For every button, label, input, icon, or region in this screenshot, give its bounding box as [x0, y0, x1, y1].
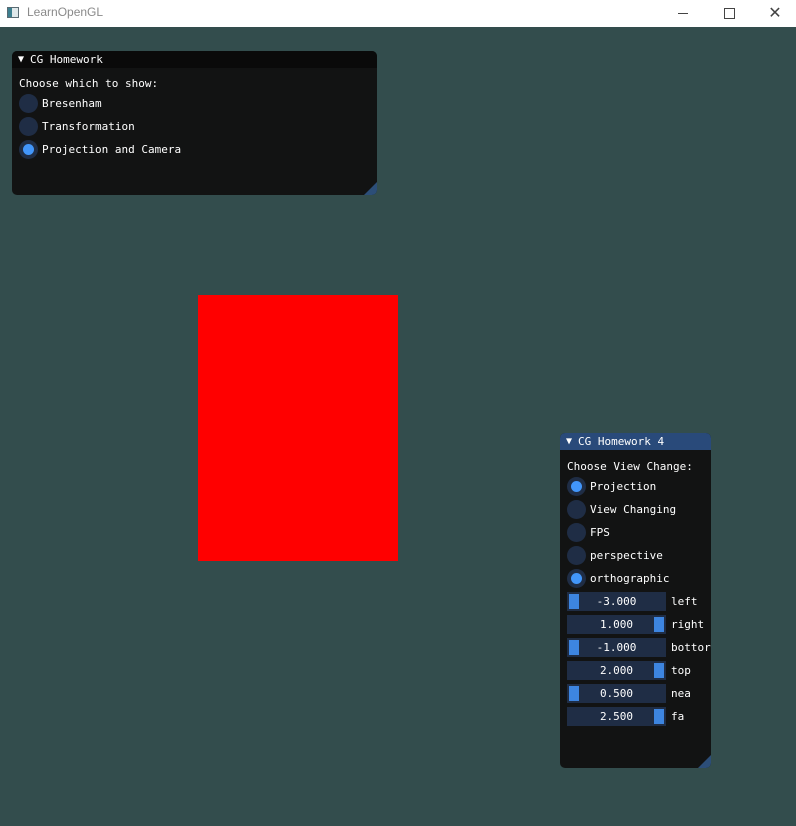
radio-circle-icon[interactable] — [567, 523, 586, 542]
panel-title: CG Homework 4 — [578, 435, 665, 448]
radio-label: FPS — [590, 526, 610, 539]
slider-label: top — [671, 664, 691, 677]
slider-track[interactable]: 0.500 — [567, 684, 666, 703]
radio-transformation[interactable]: Transformation — [19, 117, 135, 136]
slider-label: bottor — [671, 641, 711, 654]
resize-grip-icon[interactable] — [364, 182, 377, 195]
panel-title: CG Homework — [30, 53, 103, 66]
panel-header[interactable]: ▼ CG Homework — [12, 51, 377, 68]
resize-grip-icon[interactable] — [698, 755, 711, 768]
slider-label: left — [671, 595, 698, 608]
radio-view-changing[interactable]: View Changing — [567, 500, 676, 519]
slider-left[interactable]: -3.000 left — [567, 592, 698, 611]
radio-projection-and-camera[interactable]: Projection and Camera — [19, 140, 181, 159]
minimize-icon — [678, 13, 688, 14]
slider-bottom[interactable]: -1.000 bottor — [567, 638, 711, 657]
radio-orthographic[interactable]: orthographic — [567, 569, 669, 588]
radio-label: perspective — [590, 549, 663, 562]
slider-label: nea — [671, 687, 691, 700]
slider-track[interactable]: -3.000 — [567, 592, 666, 611]
radio-checked-icon[interactable] — [567, 569, 586, 588]
radio-checked-icon[interactable] — [19, 140, 38, 159]
radio-label: Bresenham — [42, 97, 102, 110]
slider-value: -3.000 — [596, 595, 637, 608]
minimize-button[interactable] — [660, 0, 706, 27]
radio-label: Projection and Camera — [42, 143, 182, 156]
slider-top[interactable]: 2.000 top — [567, 661, 691, 680]
panel-header[interactable]: ▼ CG Homework 4 — [560, 433, 711, 450]
radio-label: Projection — [590, 480, 657, 493]
panel-prompt: Choose which to show: — [19, 77, 159, 90]
collapse-arrow-icon[interactable]: ▼ — [18, 54, 24, 65]
slider-right[interactable]: 1.000 right — [567, 615, 704, 634]
slider-value: 1.000 — [599, 618, 634, 631]
radio-circle-icon[interactable] — [567, 500, 586, 519]
cg-homework-panel[interactable]: ▼ CG Homework Choose which to show: Bres… — [12, 51, 377, 195]
radio-circle-icon[interactable] — [567, 546, 586, 565]
radio-label: View Changing — [590, 503, 677, 516]
window-title-bar[interactable]: LearnOpenGL ✕ — [0, 0, 796, 27]
close-button[interactable]: ✕ — [752, 0, 796, 27]
slider-value: 2.500 — [599, 710, 634, 723]
close-icon: ✕ — [768, 4, 782, 22]
radio-circle-icon[interactable] — [19, 117, 38, 136]
slider-label: fa — [671, 710, 685, 723]
radio-projection[interactable]: Projection — [567, 477, 656, 496]
slider-track[interactable]: 1.000 — [567, 615, 666, 634]
radio-label: Transformation — [42, 120, 135, 133]
slider-value: 2.000 — [599, 664, 634, 677]
maximize-button[interactable] — [706, 0, 752, 27]
radio-circle-icon[interactable] — [19, 94, 38, 113]
slider-track[interactable]: 2.500 — [567, 707, 666, 726]
window-title: LearnOpenGL — [27, 5, 104, 19]
slider-value: 0.500 — [599, 687, 634, 700]
slider-near[interactable]: 0.500 nea — [567, 684, 691, 703]
slider-label: right — [671, 618, 705, 631]
slider-track[interactable]: -1.000 — [567, 638, 666, 657]
slider-value: -1.000 — [596, 641, 637, 654]
radio-bresenham[interactable]: Bresenham — [19, 94, 102, 113]
rendered-red-quad — [198, 295, 398, 561]
cg-homework-4-panel[interactable]: ▼ CG Homework 4 Choose View Change: Proj… — [560, 433, 711, 768]
panel-prompt: Choose View Change: — [567, 460, 693, 473]
slider-track[interactable]: 2.000 — [567, 661, 666, 680]
maximize-icon — [723, 8, 735, 19]
radio-checked-icon[interactable] — [567, 477, 586, 496]
collapse-arrow-icon[interactable]: ▼ — [566, 436, 572, 447]
slider-far[interactable]: 2.500 fa — [567, 707, 684, 726]
app-icon — [7, 7, 19, 18]
radio-fps[interactable]: FPS — [567, 523, 610, 542]
radio-label: orthographic — [590, 572, 670, 585]
radio-perspective[interactable]: perspective — [567, 546, 663, 565]
